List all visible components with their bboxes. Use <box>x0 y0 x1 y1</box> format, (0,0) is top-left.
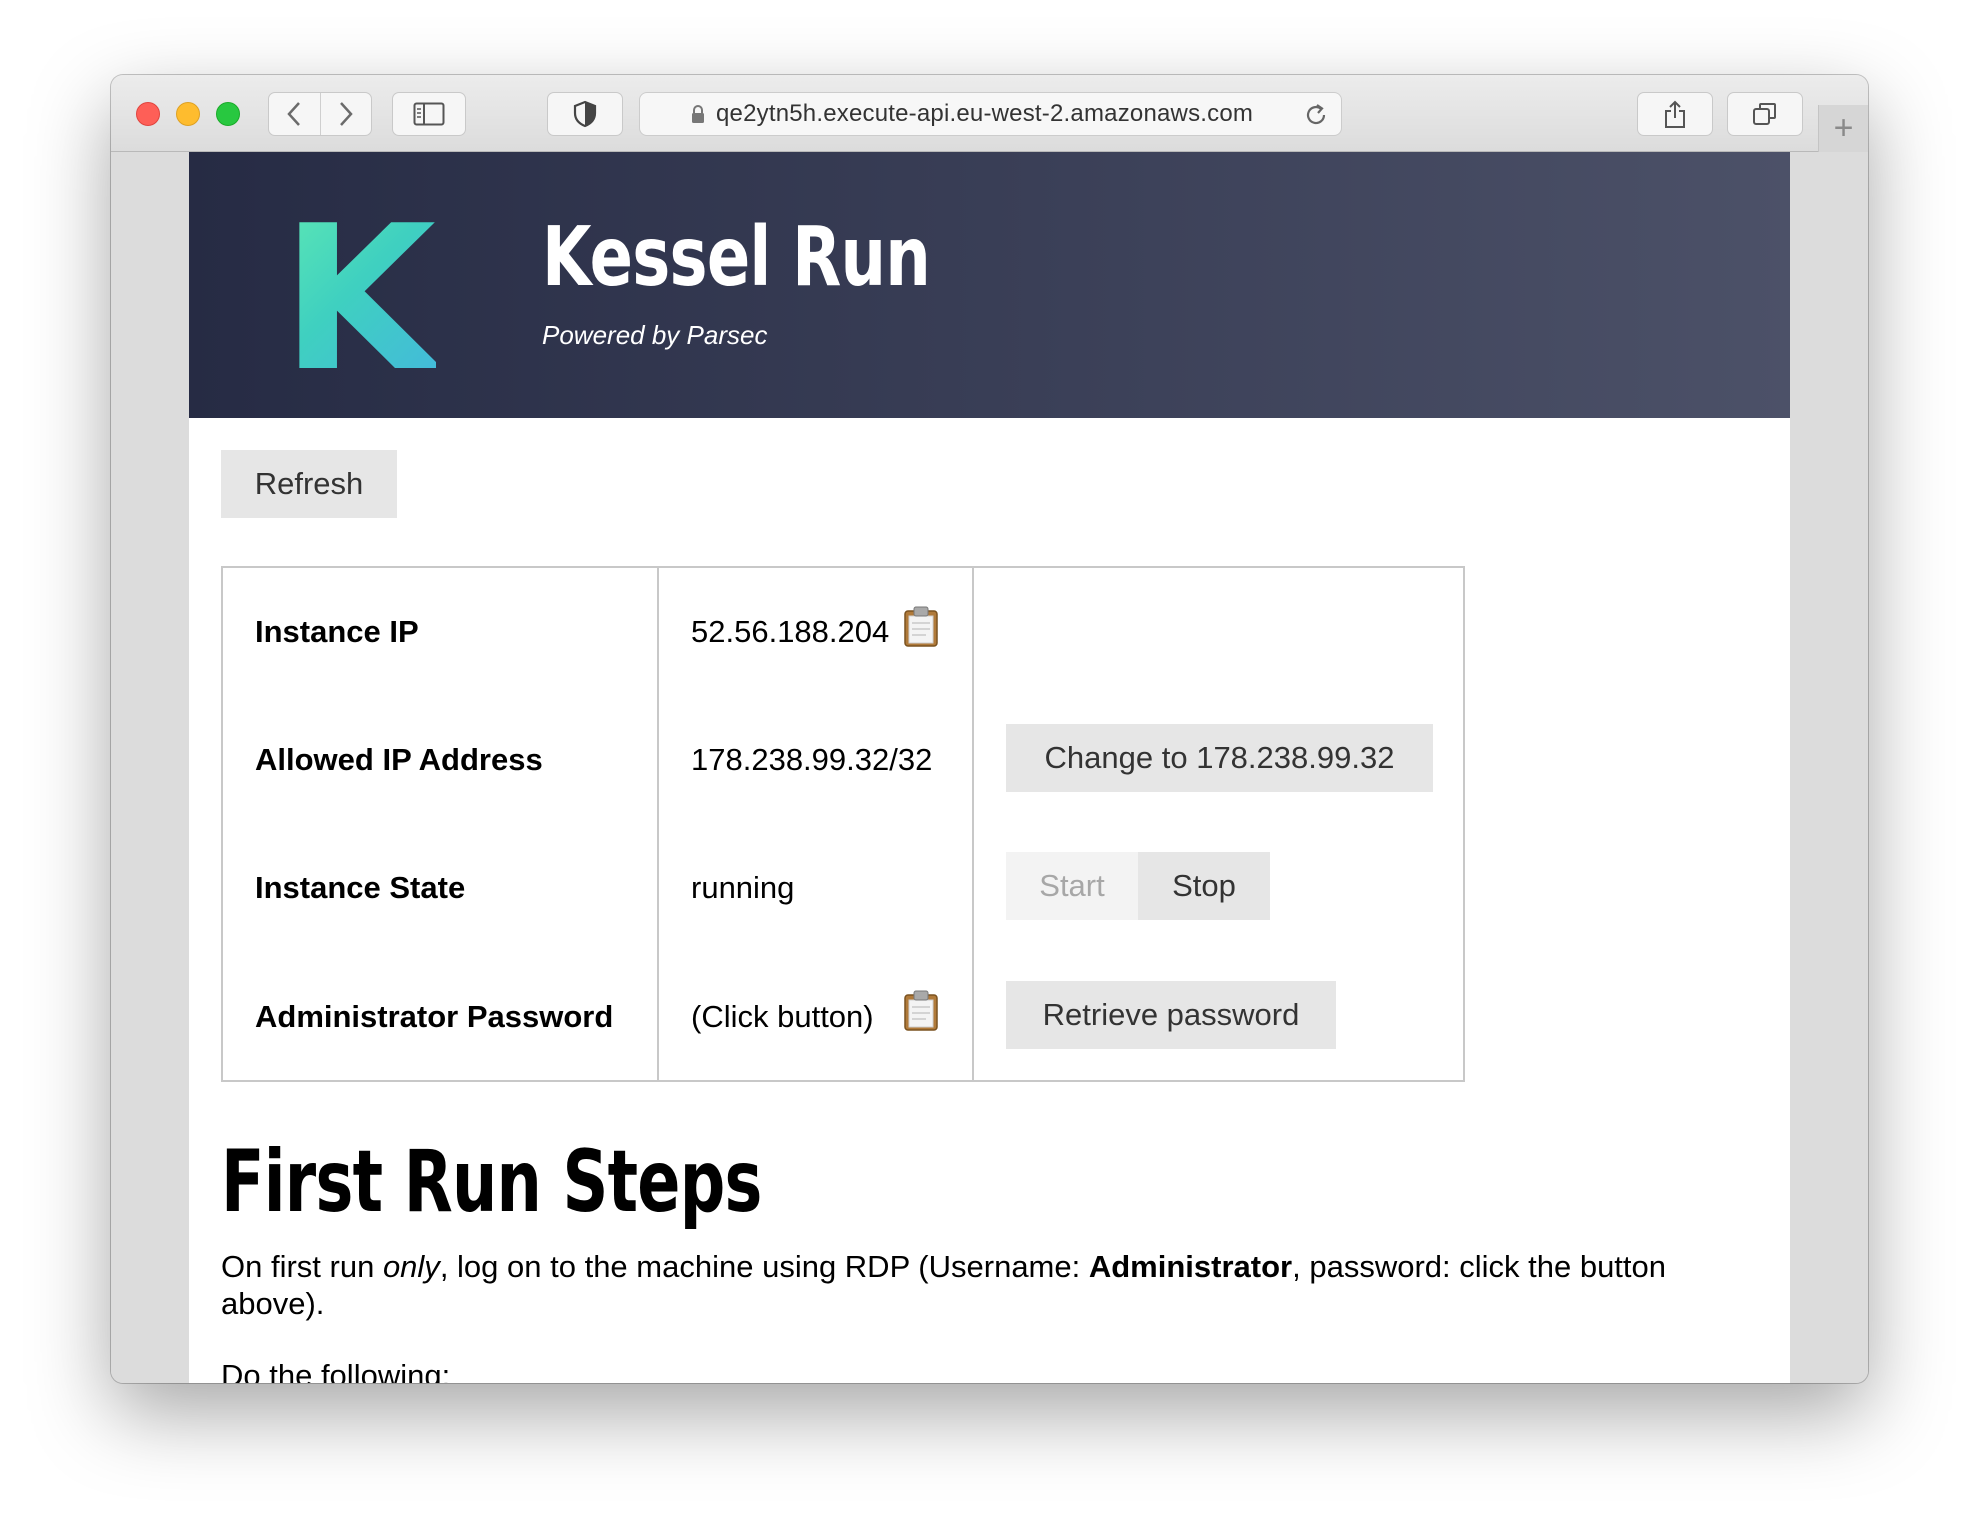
site-subtitle: Powered by Parsec <box>542 320 768 350</box>
tabs-icon <box>1753 103 1776 125</box>
username-text: Administrator <box>1088 1249 1293 1284</box>
web-viewport: K Kessel Run Powered by Parsec Refresh I… <box>111 152 1868 1383</box>
chevron-left-icon <box>287 102 301 126</box>
allowed-ip-label: Allowed IP Address <box>255 742 543 777</box>
clipboard-icon[interactable] <box>902 606 940 648</box>
admin-password-value: (Click button) <box>691 999 874 1034</box>
chevron-right-icon <box>340 102 353 126</box>
close-window-button[interactable] <box>136 102 160 126</box>
address-bar[interactable]: qe2ytn5h.execute-api.eu-west-2.amazonaws… <box>639 92 1342 136</box>
instance-ip-value: 52.56.188.204 <box>691 614 890 649</box>
stop-button[interactable]: Stop <box>1138 852 1270 920</box>
minimize-window-button[interactable] <box>176 102 200 126</box>
instructions-text: On first run <box>221 1249 383 1284</box>
privacy-report-button[interactable] <box>547 92 623 136</box>
instructions-text: , log on to the machine using RDP (Usern… <box>439 1249 1089 1284</box>
instance-ip-label: Instance IP <box>255 614 419 649</box>
shield-icon <box>573 100 597 128</box>
site-logo: K <box>281 183 436 416</box>
instance-state-value: running <box>691 870 795 905</box>
change-ip-button[interactable]: Change to 178.238.99.32 <box>1006 724 1433 792</box>
web-page: K Kessel Run Powered by Parsec Refresh I… <box>189 152 1790 1383</box>
table-divider <box>657 566 659 1082</box>
start-button[interactable]: Start <box>1006 852 1138 920</box>
retrieve-password-button[interactable]: Retrieve password <box>1006 981 1336 1049</box>
zoom-window-button[interactable] <box>216 102 240 126</box>
instructions-emphasis: only <box>382 1249 440 1284</box>
share-icon <box>1665 100 1685 128</box>
refresh-button[interactable]: Refresh <box>221 450 397 518</box>
clipboard-icon[interactable] <box>902 990 940 1032</box>
allowed-ip-value: 178.238.99.32/32 <box>691 742 933 777</box>
back-button[interactable] <box>269 93 320 135</box>
lock-icon <box>692 105 704 123</box>
first-run-heading: First Run Steps <box>221 1132 762 1232</box>
new-tab-button[interactable]: + <box>1818 105 1868 152</box>
table-divider <box>972 566 974 1082</box>
history-navigation <box>268 92 372 136</box>
do-following-text: Do the following: <box>221 1358 451 1383</box>
first-run-instructions: On first run only, log on to the machine… <box>221 1248 1761 1322</box>
browser-toolbar: qe2ytn5h.execute-api.eu-west-2.amazonaws… <box>111 75 1868 152</box>
instance-state-label: Instance State <box>255 870 466 905</box>
share-button[interactable] <box>1637 92 1713 136</box>
sidebar-icon <box>413 102 445 126</box>
tab-overview-button[interactable] <box>1727 92 1803 136</box>
site-title: Kessel Run <box>542 210 931 305</box>
url-text: qe2ytn5h.execute-api.eu-west-2.amazonaws… <box>716 100 1254 127</box>
site-header: K Kessel Run Powered by Parsec <box>189 152 1790 418</box>
forward-button[interactable] <box>319 93 371 135</box>
browser-window: qe2ytn5h.execute-api.eu-west-2.amazonaws… <box>111 75 1868 1383</box>
admin-password-label: Administrator Password <box>255 999 614 1034</box>
sidebar-toggle-button[interactable] <box>392 92 466 136</box>
reload-icon[interactable] <box>1303 102 1329 128</box>
